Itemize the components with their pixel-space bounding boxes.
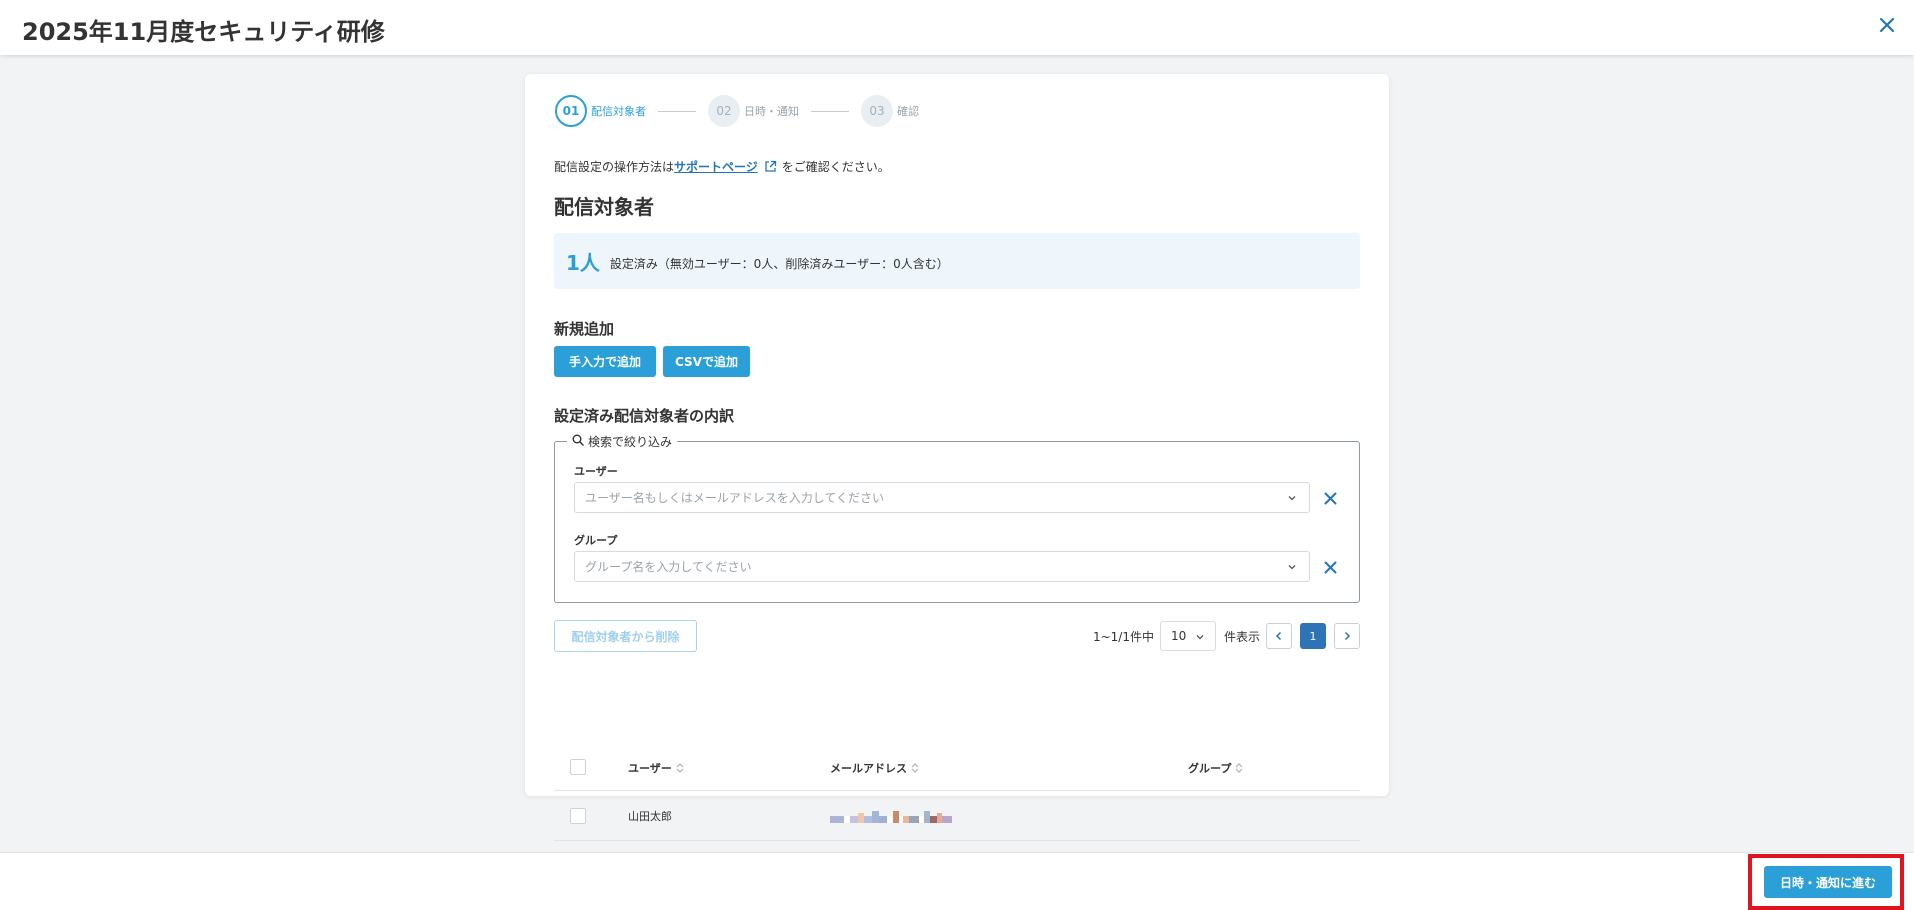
user-search-input[interactable]: ユーザー名もしくはメールアドレスを入力してください (574, 482, 1310, 513)
group-search-placeholder: グループ名を入力してください (585, 560, 752, 574)
divider (554, 840, 1360, 841)
step-schedule: 02 日時・通知 (708, 95, 799, 127)
group-search-input[interactable]: グループ名を入力してください (574, 551, 1310, 582)
user-search-placeholder: ユーザー名もしくはメールアドレスを入力してください (585, 491, 885, 505)
recipient-count-desc: 設定済み（無効ユーザー：0人、削除済みユーザー：0人含む） (609, 256, 949, 271)
column-group[interactable]: グループ (1188, 760, 1243, 776)
sort-icon (911, 763, 919, 773)
select-all-checkbox[interactable] (570, 759, 586, 775)
sort-icon (676, 763, 684, 773)
per-page-select[interactable]: 10 (1159, 621, 1216, 651)
wizard-card: 01 配信対象者 02 日時・通知 03 確認 配信設定の操作方法は サポートペ… (525, 74, 1389, 841)
filter-legend-label: 検索で絞り込み (588, 435, 673, 449)
chevron-right-icon (1344, 631, 1351, 641)
column-email[interactable]: メールアドレス (830, 760, 919, 776)
redacted-email (830, 809, 952, 823)
page-1-button[interactable]: 1 (1300, 623, 1326, 649)
intro-text: 配信設定の操作方法は サポートページ をご確認ください。 (554, 158, 890, 175)
row-checkbox[interactable] (570, 808, 586, 824)
chevron-down-icon (1287, 492, 1297, 506)
add-title: 新規追加 (554, 320, 615, 338)
sort-icon (1235, 763, 1243, 773)
step-label: 日時・通知 (744, 105, 799, 118)
step-number: 02 (708, 95, 740, 127)
chevron-left-icon (1275, 631, 1282, 641)
section-title: 配信対象者 (554, 195, 654, 219)
step-connector (658, 110, 696, 112)
support-page-link[interactable]: サポートページ (674, 158, 758, 175)
remove-from-recipients-button[interactable]: 配信対象者から削除 (554, 620, 697, 652)
footer-bar: 日時・通知に進む (0, 852, 1914, 910)
next-schedule-button[interactable]: 日時・通知に進む (1764, 866, 1892, 898)
column-user-label: ユーザー (628, 762, 672, 775)
filter-panel: 検索で絞り込み ユーザー ユーザー名もしくはメールアドレスを入力してください グ… (554, 433, 1360, 603)
column-group-label: グループ (1188, 762, 1232, 775)
row-user: 山田太郎 (628, 810, 672, 823)
manual-add-button[interactable]: 手入力で追加 (554, 346, 656, 377)
step-confirm: 03 確認 (861, 95, 919, 127)
step-number: 03 (861, 95, 893, 127)
group-filter-label: グループ (574, 534, 618, 547)
step-number: 01 (555, 95, 587, 127)
result-range: 1~1/1件中 (1092, 629, 1154, 644)
pagination: 1~1/1件中 10 件表示 1 (1093, 621, 1360, 651)
external-link-icon[interactable] (764, 160, 777, 173)
search-icon (572, 434, 584, 449)
next-page-button[interactable] (1334, 623, 1360, 649)
step-label: 配信対象者 (591, 105, 646, 118)
clear-user-filter-icon[interactable] (1319, 487, 1341, 509)
filter-legend: 検索で絞り込み (567, 433, 678, 450)
step-connector (811, 110, 849, 112)
close-icon[interactable] (1872, 10, 1902, 40)
step-label: 確認 (897, 105, 919, 118)
header-bar: 2025年11月度セキュリティ研修 (0, 0, 1914, 55)
recipient-count-box: 1人 設定済み（無効ユーザー：0人、削除済みユーザー：0人含む） (554, 233, 1360, 289)
csv-add-button[interactable]: CSVで追加 (663, 346, 750, 377)
chevron-down-icon (1287, 561, 1297, 575)
table-header: ユーザー メールアドレス グループ (554, 743, 1360, 791)
user-filter-label: ユーザー (574, 465, 618, 478)
column-user[interactable]: ユーザー (628, 760, 684, 776)
prev-page-button[interactable] (1266, 623, 1292, 649)
clear-group-filter-icon[interactable] (1319, 556, 1341, 578)
chevron-down-icon (1195, 631, 1205, 645)
stepper: 01 配信対象者 02 日時・通知 03 確認 (555, 94, 919, 128)
recipient-count: 1人 (566, 250, 600, 275)
intro-suffix: をご確認ください。 (781, 160, 890, 174)
table-row: 山田太郎 (554, 791, 1360, 841)
breakdown-title: 設定済み配信対象者の内訳 (554, 407, 735, 425)
step-recipients: 01 配信対象者 (555, 95, 646, 127)
page-title: 2025年11月度セキュリティ研修 (22, 18, 385, 46)
per-page-unit: 件表示 (1223, 629, 1260, 644)
column-email-label: メールアドレス (830, 762, 907, 775)
intro-prefix: 配信設定の操作方法は (554, 160, 675, 174)
per-page-value: 10 (1170, 629, 1187, 643)
